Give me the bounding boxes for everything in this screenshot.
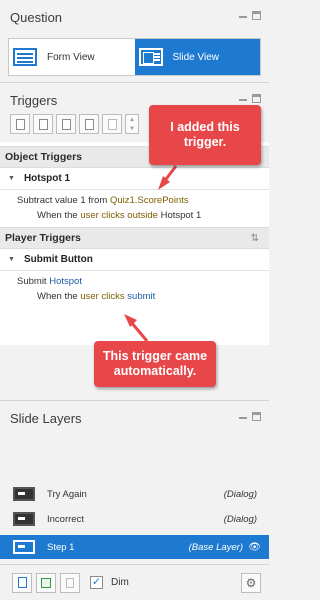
new-layer-icon [17, 577, 27, 588]
checkmark-icon: ✓ [91, 576, 102, 588]
duplicate-layer-icon [41, 577, 51, 588]
layer-row-incorrect[interactable]: Incorrect (Dialog) [0, 507, 269, 531]
layer-thumbnail [13, 540, 35, 554]
slide-layers-panel-header: Slide Layers [0, 403, 269, 433]
annotation-arrow-added [158, 165, 178, 190]
callout-added-trigger: I added this trigger. [149, 105, 261, 165]
layer-settings-button[interactable]: ⚙ [241, 573, 261, 593]
gear-icon: ⚙ [245, 576, 257, 590]
visibility-eye-icon[interactable]: 👁 [248, 542, 261, 553]
layer-name: Try Again [47, 488, 87, 500]
layer-thumbnail [13, 512, 35, 526]
dim-checkbox[interactable]: ✓ [90, 576, 103, 589]
delete-icon [66, 577, 74, 588]
layer-type: (Base Layer) [188, 541, 243, 553]
duplicate-layer-button[interactable] [36, 572, 56, 593]
callout-auto-text: This trigger came automatically. [102, 349, 208, 378]
undock-icon[interactable] [252, 412, 261, 421]
new-layer-button[interactable] [12, 572, 32, 593]
layer-name: Incorrect [47, 513, 84, 525]
layer-thumbnail [13, 487, 35, 501]
callout-auto-trigger: This trigger came automatically. [94, 341, 216, 387]
dim-label: Dim [111, 577, 129, 588]
layer-type: (Dialog) [223, 488, 257, 500]
annotation-arrow-auto [124, 314, 149, 342]
layers-list: Try Again (Dialog) Incorrect (Dialog) St… [0, 432, 269, 564]
divider [0, 400, 269, 401]
minimize-icon[interactable] [239, 417, 247, 419]
layer-row-try-again[interactable]: Try Again (Dialog) [0, 482, 269, 506]
layer-type: (Dialog) [223, 513, 257, 525]
layer-name: Step 1 [47, 541, 75, 553]
delete-layer-button[interactable] [60, 572, 80, 593]
layer-row-step-1[interactable]: Step 1 (Base Layer) 👁 [0, 535, 269, 559]
slide-layers-panel-title: Slide Layers [10, 410, 82, 426]
callout-added-text: I added this trigger. [170, 120, 240, 149]
layers-toolbar: ✓ Dim ⚙ [0, 564, 269, 600]
